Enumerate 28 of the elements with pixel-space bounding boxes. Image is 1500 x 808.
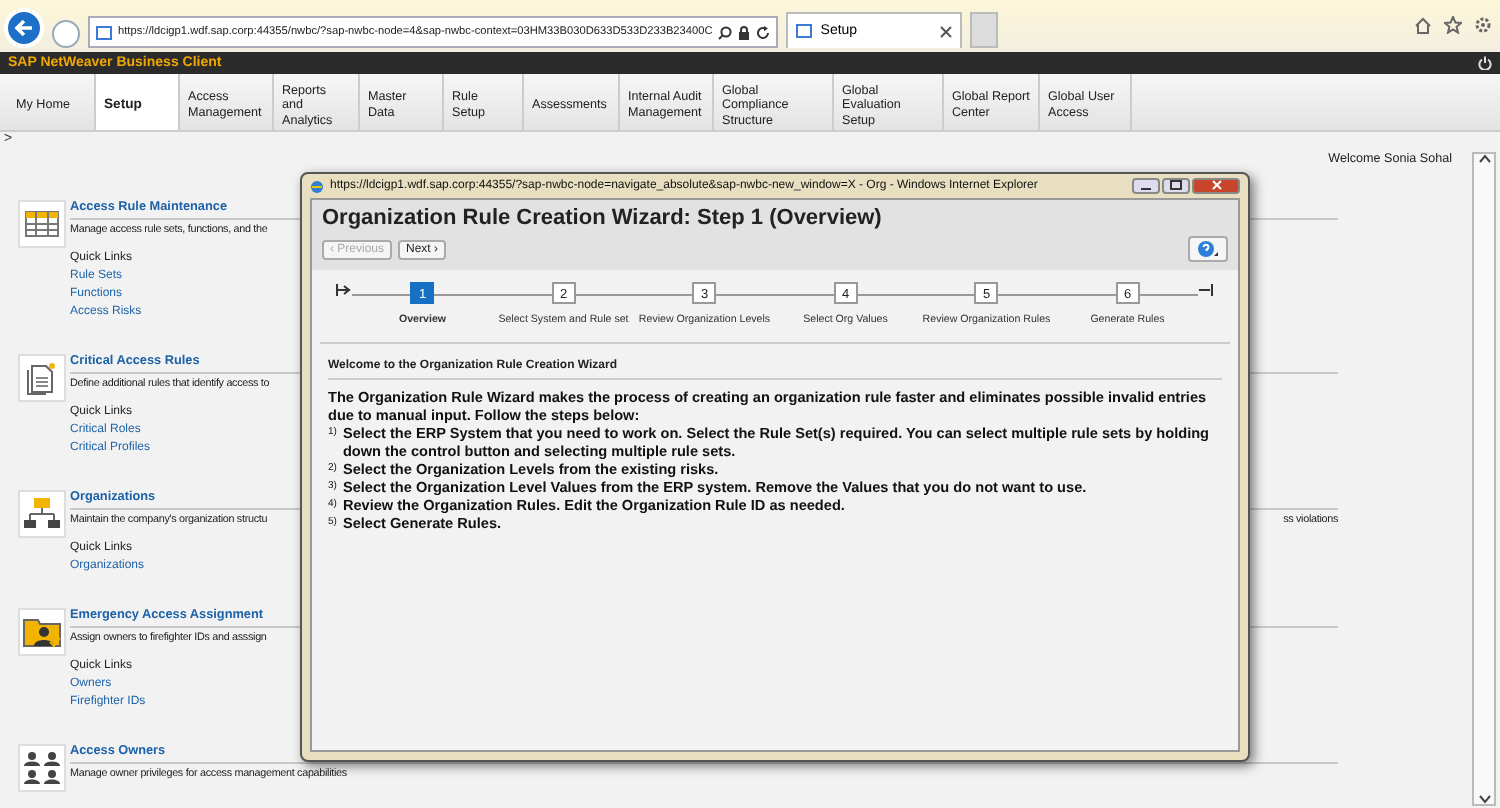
power-icon[interactable] [1478, 56, 1492, 70]
scroll-down-icon[interactable] [1477, 794, 1491, 804]
browser-icon [310, 179, 324, 193]
page-icon [796, 24, 813, 38]
close-icon [1211, 180, 1221, 190]
help-icon [1196, 240, 1220, 258]
help-button[interactable] [1188, 236, 1228, 262]
settings-icon[interactable] [1474, 15, 1492, 33]
refresh-icon [756, 25, 771, 39]
minimize-icon [1140, 182, 1152, 190]
arrow-left-icon [14, 18, 34, 38]
maximize-icon [1170, 180, 1182, 190]
hierarchy-icon [22, 494, 62, 534]
scroll-up-icon[interactable] [1477, 154, 1491, 164]
roadmap-end-icon [1198, 282, 1214, 298]
roadmap-start-icon [336, 282, 352, 298]
lock-icon [738, 25, 751, 39]
page-icon [96, 25, 112, 39]
back-button[interactable] [4, 8, 44, 48]
search-icon [718, 25, 733, 39]
home-icon[interactable] [1414, 15, 1432, 33]
maximize-button[interactable] [1162, 178, 1190, 194]
close-button[interactable] [1192, 178, 1240, 194]
wizard-heading: Organization Rule Creation Wizard: Step 1 (Overview) [322, 206, 884, 230]
minimize-button[interactable] [1132, 178, 1160, 194]
people-icon [22, 748, 62, 788]
close-icon[interactable] [940, 25, 953, 37]
star-icon[interactable] [1444, 15, 1462, 33]
